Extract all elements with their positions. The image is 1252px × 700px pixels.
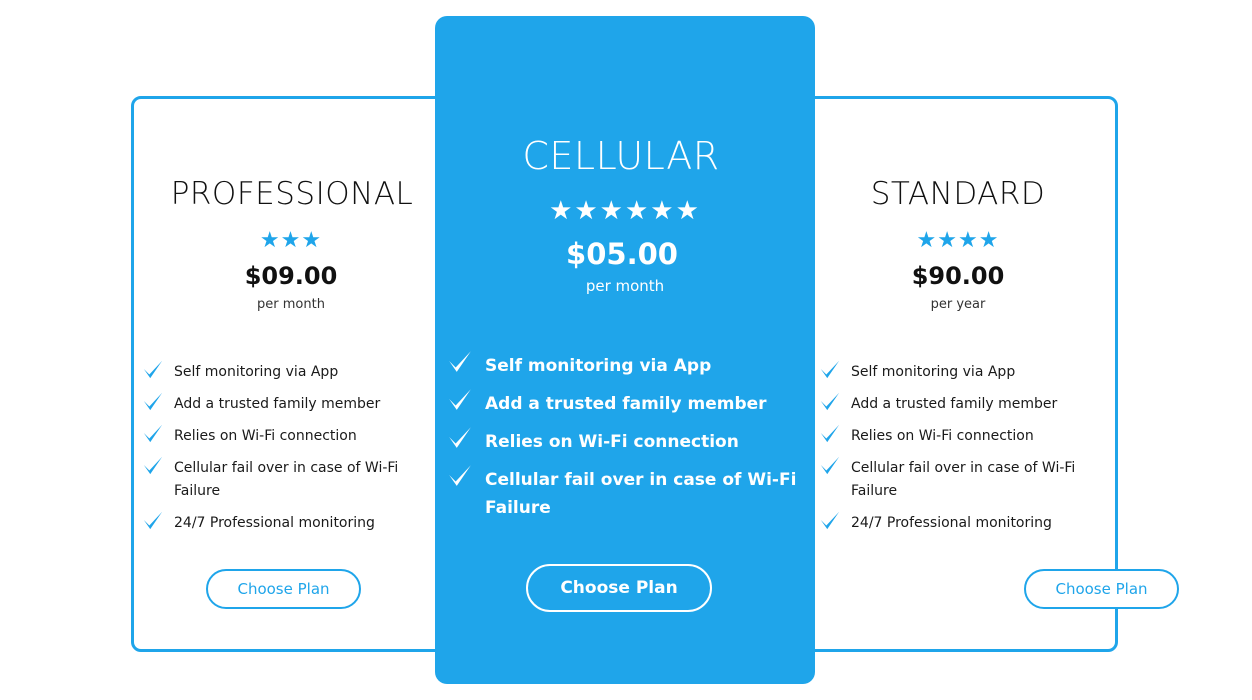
feature-item: Relies on Wi-Fi connection <box>819 424 1115 448</box>
checkmark-icon <box>449 465 471 486</box>
checkmark-icon <box>820 424 840 443</box>
feature-list: Self monitoring via App Add a trusted fa… <box>819 360 1115 544</box>
star-rating-icon: ★★★★ <box>916 227 1000 252</box>
feature-item: Relies on Wi-Fi connection <box>447 427 797 456</box>
checkmark-icon <box>449 389 471 410</box>
choose-plan-button[interactable]: Choose Plan <box>206 569 361 609</box>
choose-plan-button[interactable]: Choose Plan <box>526 564 712 612</box>
feature-item: 24/7 Professional monitoring <box>142 511 442 535</box>
plan-period: per month <box>585 277 665 295</box>
feature-label: Add a trusted family member <box>851 396 1058 412</box>
feature-label: Self monitoring via App <box>485 356 712 376</box>
feature-label: Self monitoring via App <box>174 364 339 380</box>
feature-item: Add a trusted family member <box>819 392 1115 416</box>
feature-item: Relies on Wi-Fi connection <box>142 424 442 448</box>
feature-label: Relies on Wi-Fi connection <box>485 432 739 452</box>
feature-label: Cellular fail over in case of Wi-Fi Fail… <box>174 460 399 499</box>
feature-item: Cellular fail over in case of Wi-Fi Fail… <box>142 456 442 503</box>
plan-title: PROFESSIONAL <box>170 176 414 212</box>
checkmark-icon <box>820 392 840 411</box>
feature-item: Add a trusted family member <box>142 392 442 416</box>
checkmark-icon <box>820 456 840 475</box>
checkmark-icon <box>449 427 471 448</box>
feature-item: Self monitoring via App <box>447 351 797 380</box>
feature-item: Self monitoring via App <box>819 360 1115 384</box>
plan-card-cellular: CELLULAR ★★★★★★ $05.00 per month Self mo… <box>435 16 815 684</box>
plan-price: $05.00 <box>566 237 678 271</box>
feature-label: 24/7 Professional monitoring <box>174 515 375 531</box>
checkmark-icon <box>820 511 840 530</box>
checkmark-icon <box>143 456 163 475</box>
feature-item: Add a trusted family member <box>447 389 797 418</box>
feature-label: Relies on Wi-Fi connection <box>174 428 357 444</box>
feature-label: Add a trusted family member <box>485 394 767 414</box>
plan-title: STANDARD <box>870 176 1046 212</box>
choose-plan-button[interactable]: Choose Plan <box>1024 569 1179 609</box>
feature-item: Cellular fail over in case of Wi-Fi Fail… <box>447 465 797 522</box>
feature-label: Relies on Wi-Fi connection <box>851 428 1034 444</box>
checkmark-icon <box>820 360 840 379</box>
feature-label: 24/7 Professional monitoring <box>851 515 1052 531</box>
feature-label: Cellular fail over in case of Wi-Fi Fail… <box>485 470 797 518</box>
checkmark-icon <box>143 392 163 411</box>
checkmark-icon <box>143 360 163 379</box>
feature-list: Self monitoring via App Add a trusted fa… <box>447 351 797 532</box>
checkmark-icon <box>143 511 163 530</box>
plan-period: per month <box>257 297 325 312</box>
feature-label: Self monitoring via App <box>851 364 1016 380</box>
feature-list: Self monitoring via App Add a trusted fa… <box>142 360 442 544</box>
feature-item: Self monitoring via App <box>142 360 442 384</box>
feature-label: Cellular fail over in case of Wi-Fi Fail… <box>851 460 1076 499</box>
star-rating-icon: ★★★ <box>259 227 323 252</box>
plan-price: $09.00 <box>244 262 338 290</box>
plan-content: STANDARD ★★★★ $90.00 per year Self monit… <box>811 99 1179 649</box>
feature-item: 24/7 Professional monitoring <box>819 511 1115 535</box>
plan-price: $90.00 <box>911 262 1005 290</box>
checkmark-icon <box>449 351 471 372</box>
plan-period: per year <box>930 297 986 312</box>
feature-item: Cellular fail over in case of Wi-Fi Fail… <box>819 456 1115 503</box>
plan-title: CELLULAR <box>522 134 720 178</box>
plan-content: PROFESSIONAL ★★★ $09.00 per month Self m… <box>134 99 438 649</box>
checkmark-icon <box>143 424 163 443</box>
feature-label: Add a trusted family member <box>174 396 381 412</box>
star-rating-icon: ★★★★★★ <box>549 195 701 225</box>
